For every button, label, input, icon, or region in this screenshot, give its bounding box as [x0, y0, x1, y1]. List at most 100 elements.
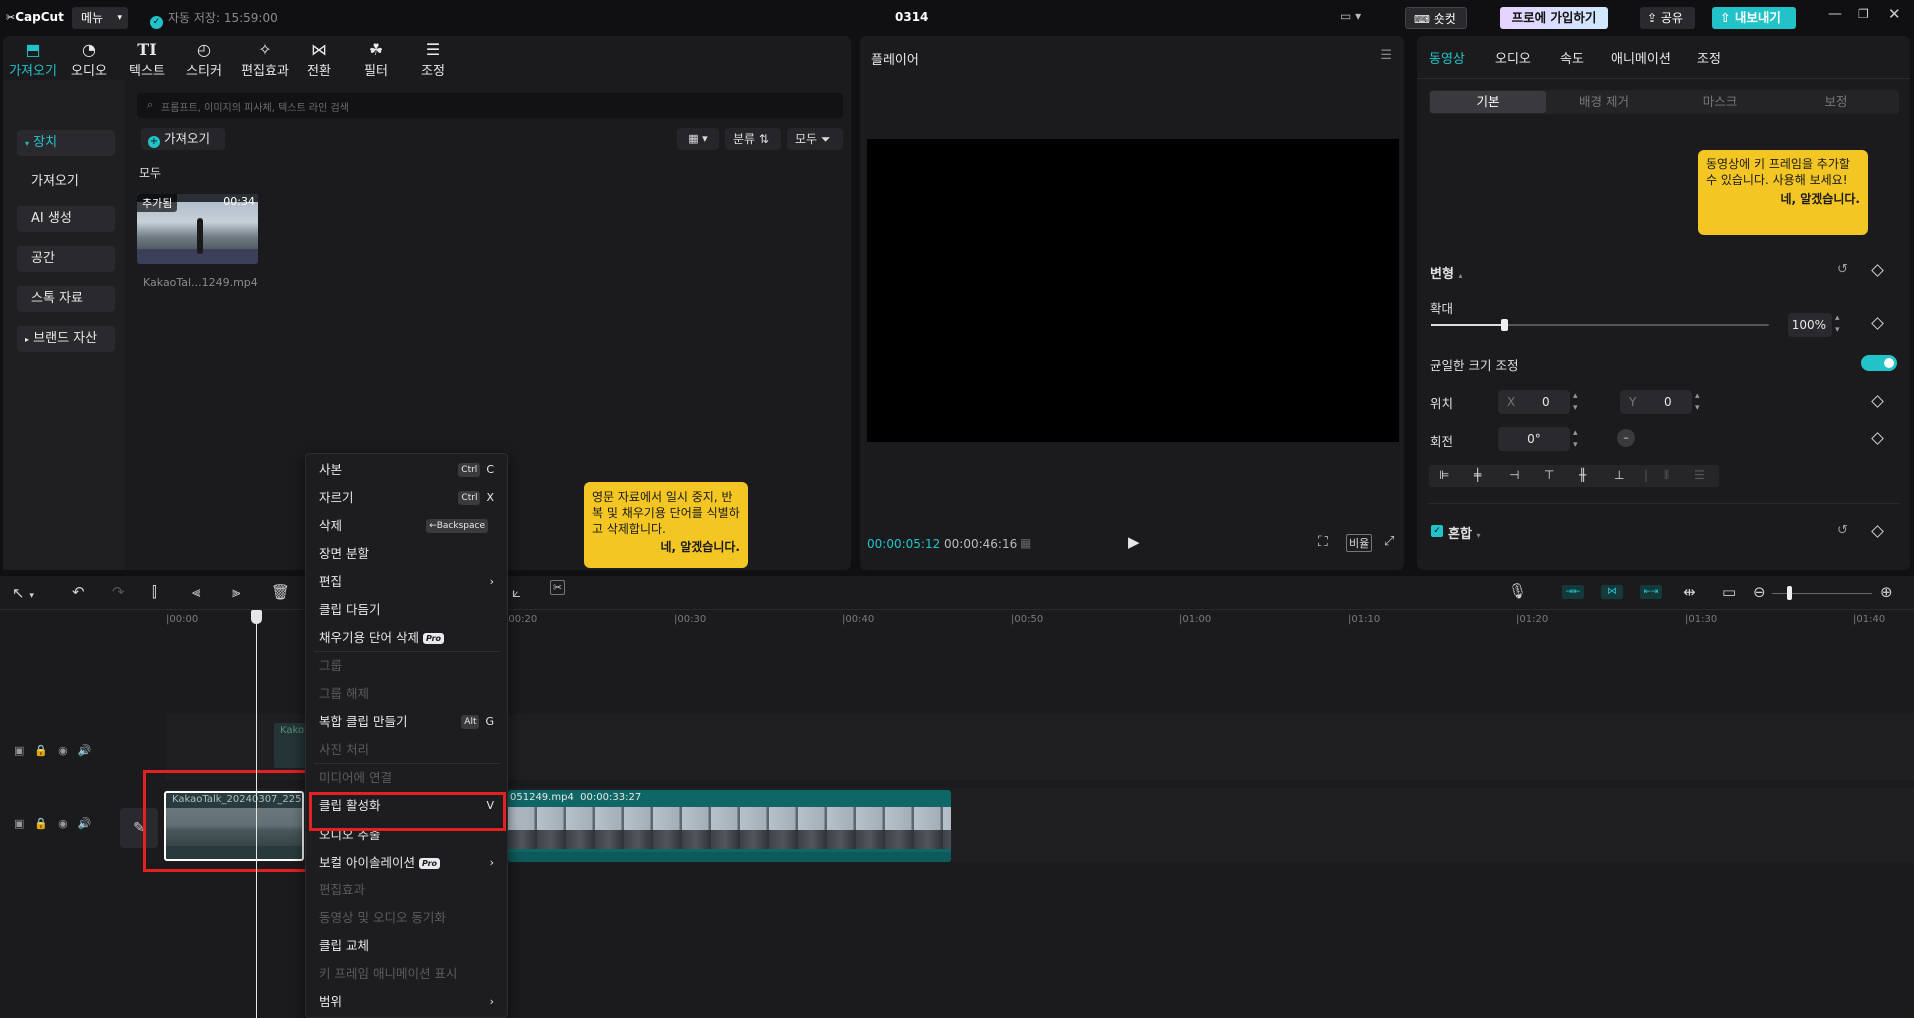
subtab-mask[interactable]: 마스크 [1662, 91, 1778, 113]
zoom-out-icon[interactable]: ⊖ [1753, 583, 1766, 601]
rotation-field[interactable]: 0° [1498, 427, 1570, 451]
fullscreen-icon[interactable]: ⤢ [1384, 534, 1394, 549]
context-menu-item[interactable]: 삭제 ←Backspace [306, 512, 506, 540]
position-y-field[interactable]: Y 0 [1620, 390, 1692, 414]
scale-slider-handle[interactable] [1500, 319, 1508, 331]
transform-section[interactable]: 변형 ▴ [1430, 263, 1462, 282]
linkage-icon[interactable]: ⇤⇥ [1640, 585, 1662, 599]
speaker-icon[interactable]: 🔊 [78, 817, 102, 830]
scale-value-field[interactable]: 100% [1788, 313, 1832, 337]
keyframe-icon[interactable] [1871, 264, 1884, 277]
scale-stepper[interactable]: ▴ ▾ [1835, 312, 1840, 336]
position-x-field[interactable]: X 0 [1498, 390, 1570, 414]
keyframe-tip-ok[interactable]: 네, 알겠습니다. [1706, 191, 1860, 207]
context-menu-item[interactable]: 클립 다듬기 [306, 596, 506, 624]
uniform-scale-toggle[interactable] [1861, 355, 1897, 371]
tab-adjust[interactable]: 조정 [1697, 48, 1721, 67]
ratio-button[interactable]: 비율 [1346, 534, 1373, 552]
sort-button[interactable]: 분류 ⇅ [725, 128, 781, 150]
menu-button[interactable]: 메뉴 ▾ [72, 7, 128, 29]
align-center-h-icon[interactable]: ╪ [1474, 468, 1481, 482]
maximize-button[interactable]: ❐ [1858, 7, 1869, 21]
undo-icon[interactable]: ↶ [72, 583, 85, 601]
timecode-grid-icon[interactable]: ▦ [1020, 536, 1031, 550]
select-tool-icon[interactable]: ↖ ▾ [12, 584, 34, 602]
subtab-retouch[interactable]: 보정 [1778, 91, 1894, 113]
track-video-icon[interactable]: ▣ [14, 817, 34, 830]
eye-icon[interactable]: ◉ [58, 817, 78, 830]
align-top-icon[interactable]: ⊤ [1544, 468, 1554, 482]
sidebar-item-import[interactable]: 가져오기 [31, 170, 79, 189]
context-menu-item[interactable]: 편집 › [306, 568, 506, 596]
context-menu-item[interactable]: 범위 › [306, 988, 506, 1016]
scale-keyframe-icon[interactable] [1871, 317, 1884, 330]
import-button[interactable]: + 가져오기 [141, 128, 225, 150]
tab-import[interactable]: ⬒ 가져오기 [5, 40, 61, 79]
tab-filter[interactable]: ☘ 필터 [348, 40, 404, 79]
align-right-icon[interactable]: ⊣ [1509, 468, 1519, 482]
sidebar-item-device[interactable]: ▾ 장치 [17, 130, 115, 156]
export-button[interactable]: ⇧ 내보내기 [1712, 7, 1796, 29]
blend-section[interactable]: 혼합 ▾ [1448, 523, 1480, 542]
auto-snap-icon[interactable]: ⋈ [1601, 585, 1623, 599]
caption-icon[interactable]: ▭ [1722, 583, 1736, 601]
eye-icon[interactable]: ◉ [58, 744, 78, 757]
video-clip[interactable]: 051249.mp4 00:00:33:27 [508, 790, 951, 862]
reset-icon[interactable]: ↺ [1837, 262, 1848, 277]
shortcut-button[interactable]: ⌨ 숏컷 [1405, 7, 1467, 29]
filler-word-tip-ok[interactable]: 네, 알겠습니다. [592, 539, 740, 555]
speaker-icon[interactable]: 🔊 [78, 744, 102, 757]
rotation-keyframe-icon[interactable] [1871, 432, 1884, 445]
zoom-in-icon[interactable]: ⊕ [1880, 583, 1893, 601]
sidebar-item-ai[interactable]: AI 생성 [17, 206, 115, 232]
lock-icon[interactable]: 🔒 [34, 744, 58, 757]
position-keyframe-icon[interactable] [1871, 395, 1884, 408]
align-bottom-icon[interactable]: ⊥ [1614, 468, 1624, 482]
filter-button[interactable]: 모두 ⏷ [787, 128, 843, 150]
align-left-icon[interactable]: ⊫ [1439, 468, 1449, 482]
fit-icon[interactable]: ⛶ [1318, 534, 1328, 550]
hamburger-icon[interactable]: ☰ [1380, 48, 1392, 63]
layout-icon[interactable]: ▭ ▾ [1340, 9, 1361, 23]
lock-icon[interactable]: 🔒 [34, 817, 58, 830]
media-search[interactable]: ⌕ 프롬프트, 이미지의 피사체, 텍스트 라인 검색 [137, 93, 843, 118]
video-preview[interactable] [867, 139, 1399, 442]
playhead-handle[interactable] [251, 610, 262, 624]
blend-keyframe-icon[interactable] [1871, 525, 1884, 538]
subtab-remove-bg[interactable]: 배경 제거 [1546, 91, 1662, 113]
close-button[interactable]: ✕ [1888, 5, 1901, 23]
context-menu-item[interactable]: 자르기 Ctrl X [306, 484, 506, 512]
align-middle-v-icon[interactable]: ╫ [1579, 468, 1586, 482]
split-left-icon[interactable]: ⫷ [192, 583, 200, 601]
main-track-magnet-icon[interactable]: ⇥⇤ [1562, 585, 1584, 599]
tab-video[interactable]: 동영상 [1429, 48, 1465, 67]
tab-audio[interactable]: 오디오 [1495, 48, 1531, 67]
share-button[interactable]: ⇪ 공유 [1640, 7, 1695, 29]
context-menu-item[interactable]: 클립 교체 [306, 932, 506, 960]
sidebar-item-stock[interactable]: 스톡 자료 [17, 286, 115, 312]
subtab-basic[interactable]: 기본 [1430, 91, 1546, 113]
context-menu-item[interactable]: 사본 Ctrl C [306, 456, 506, 484]
split-right-icon[interactable]: ⫸ [232, 583, 240, 601]
preview-axis-icon[interactable]: ⇹ [1683, 583, 1696, 601]
sidebar-item-space[interactable]: 공간 [17, 246, 115, 272]
tab-sticker[interactable]: ◴ 스티커 [176, 40, 232, 79]
tab-transition[interactable]: ⋈ 전환 [291, 40, 347, 79]
split-icon[interactable]: ⫿ [152, 583, 157, 601]
position-x-stepper[interactable]: ▴ ▾ [1573, 390, 1578, 414]
tab-effects[interactable]: ✧ 편집효과 [235, 40, 295, 79]
context-menu-item[interactable]: 채우기용 단어 삭제 Pro [306, 624, 506, 652]
auto-cut-pro-icon[interactable]: ✂ [550, 580, 566, 595]
scale-slider[interactable] [1431, 319, 1769, 331]
playhead[interactable] [256, 610, 257, 1018]
crop-icon[interactable]: ⟀ [512, 583, 521, 601]
pro-join-button[interactable]: 프로에 가입하기 [1500, 7, 1608, 29]
tab-audio[interactable]: ◔ 오디오 [61, 40, 117, 79]
blend-reset-icon[interactable]: ↺ [1837, 523, 1848, 538]
delete-icon[interactable]: 🗑 [271, 583, 290, 601]
tab-speed[interactable]: 속도 [1560, 48, 1584, 67]
rotation-dial[interactable]: – [1617, 429, 1635, 447]
position-y-stepper[interactable]: ▴ ▾ [1695, 390, 1700, 414]
view-toggle-button[interactable]: ▦ ▾ [677, 128, 719, 150]
blend-checkbox[interactable]: ✓ [1431, 525, 1443, 537]
